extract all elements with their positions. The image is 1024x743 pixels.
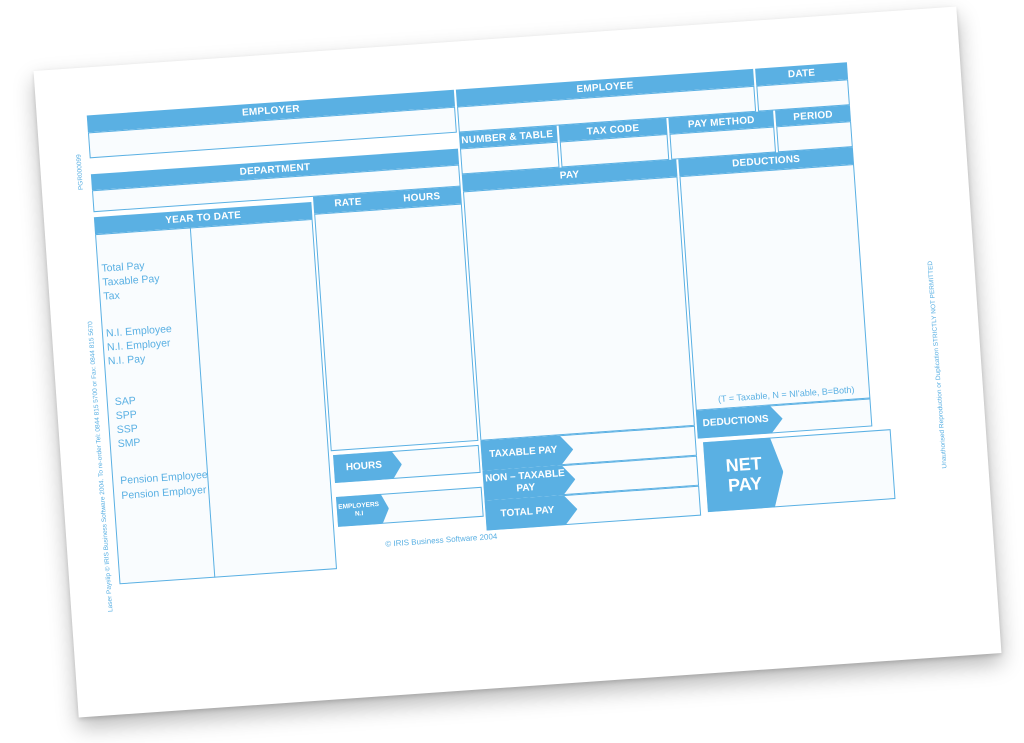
pay-panel[interactable] bbox=[462, 176, 695, 441]
rate-header-label: RATE bbox=[334, 196, 363, 210]
payslip-sheet: PGR000099 Laser Payslip © IRIS Business … bbox=[33, 6, 1002, 718]
copyright-text: © IRIS Business Software 2004 bbox=[385, 531, 498, 549]
hours-total-tag: HOURS bbox=[333, 450, 403, 483]
net-pay-tag: NET PAY bbox=[703, 437, 786, 512]
ytd-spp-label: SPP bbox=[115, 408, 138, 423]
ytd-smp-label: SMP bbox=[117, 436, 141, 451]
ytd-sap-label: SAP bbox=[114, 394, 137, 409]
rate-hours-panel[interactable] bbox=[314, 203, 479, 452]
ytd-tax-label: Tax bbox=[103, 289, 121, 303]
deductions-total-tag: DEDUCTIONS bbox=[696, 405, 784, 439]
employers-ni-tag: EMPLOYERS N.I bbox=[336, 493, 390, 527]
ytd-ssp-label: SSP bbox=[116, 422, 139, 437]
hours-header-label: HOURS bbox=[402, 190, 441, 205]
deductions-panel[interactable] bbox=[679, 164, 871, 411]
total-pay-tag: TOTAL PAY bbox=[485, 494, 579, 530]
form-code-text: PGR000099 bbox=[75, 154, 85, 191]
payslip-form: EMPLOYER EMPLOYEE DATE N.I. NUMBER & TAB… bbox=[86, 58, 938, 585]
